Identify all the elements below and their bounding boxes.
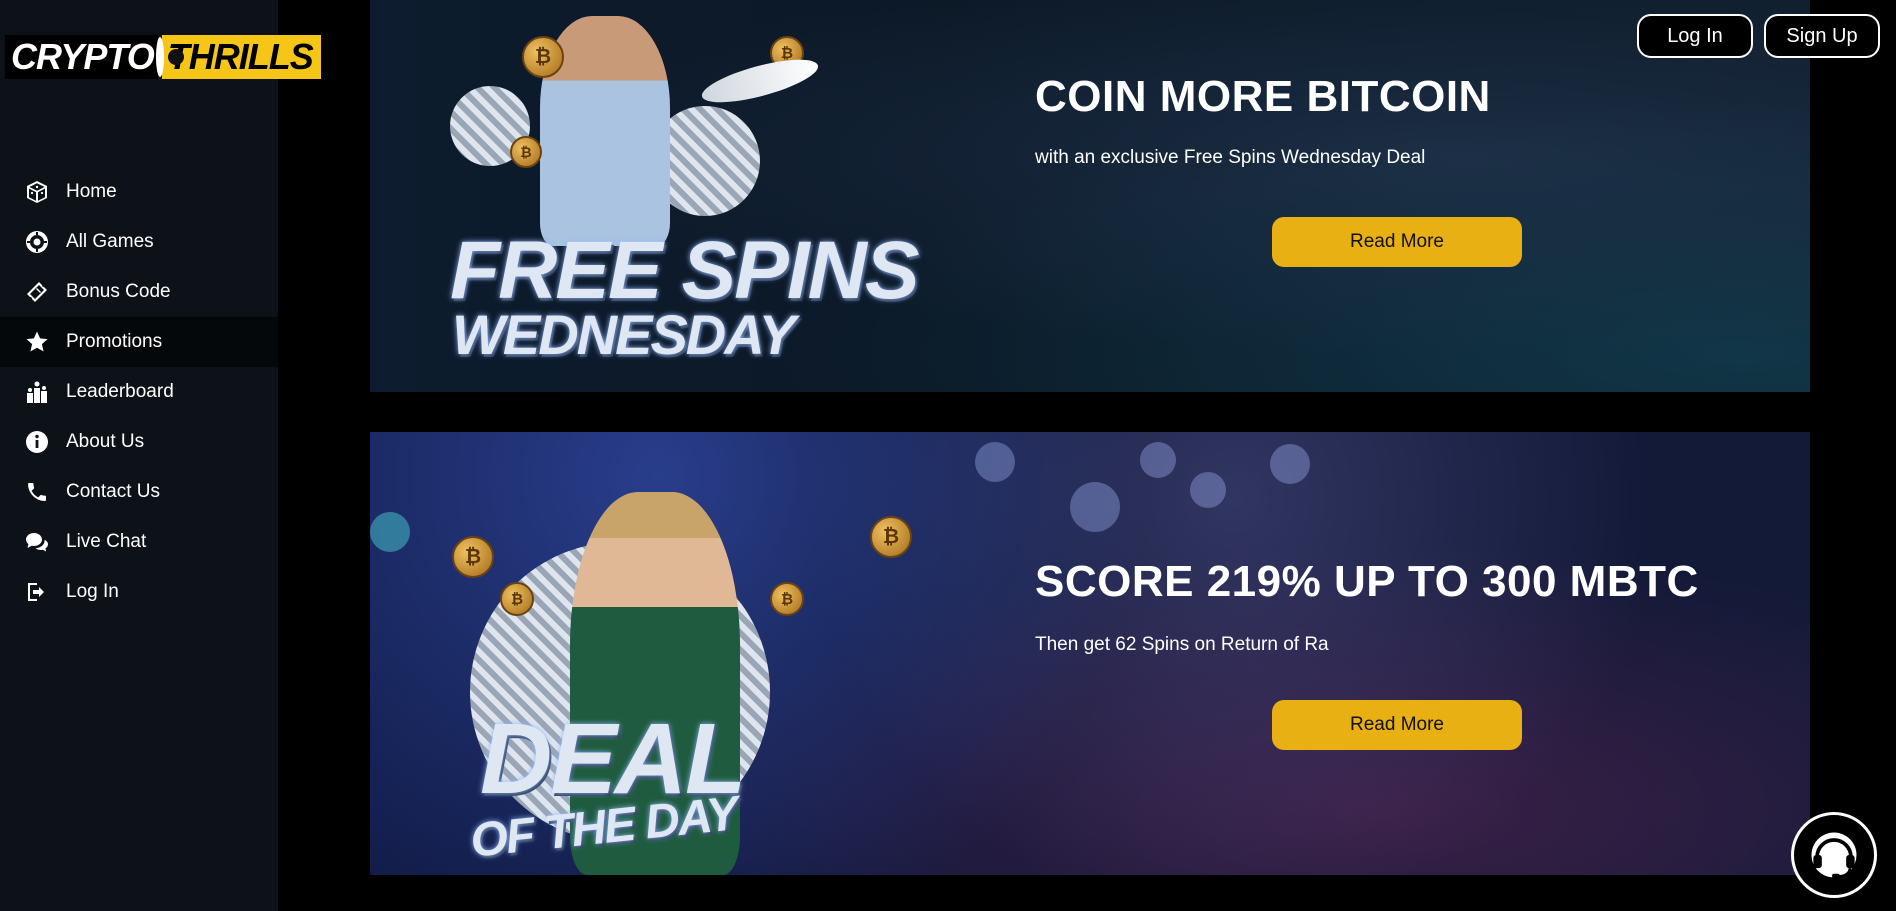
site-logo[interactable]: CRYPTO THRILLS (5, 35, 321, 79)
logo-text-thrills: THRILLS (161, 35, 321, 79)
bitcoin-coin-icon: ₿ (500, 582, 534, 616)
sidebar-item-label: About Us (66, 431, 145, 452)
sidebar-item-label: Live Chat (66, 531, 147, 552)
sidebar-item-promotions[interactable]: Promotions (0, 317, 278, 367)
promo-subtitle: Then get 62 Spins on Return of Ra (1035, 634, 1329, 655)
sidebar-item-bonus-code[interactable]: Bonus Code (0, 267, 278, 317)
promo-title: SCORE 219% UP TO 300 MBTC (1035, 557, 1699, 606)
bitcoin-coin-icon: ₿ (510, 136, 542, 168)
sidebar-item-live-chat[interactable]: Live Chat (0, 517, 278, 567)
promo-banner-free-spins: ₿ ₿ ₿ FREE SPINS WEDNESDAY COIN MORE BIT… (370, 0, 1810, 392)
promo-banner-deal-of-the-day: ₿ ₿ ₿ ₿ DEAL OF THE DAY SCORE 219% UP TO… (370, 432, 1810, 875)
sidebar-item-contact-us[interactable]: Contact Us (0, 467, 278, 517)
bitcoin-coin-icon: ₿ (770, 582, 804, 616)
bokeh-light (370, 512, 410, 552)
bokeh-light (1270, 444, 1310, 484)
sidebar-item-label: Bonus Code (66, 281, 171, 302)
logo-text-crypto: CRYPTO (5, 35, 158, 79)
headset-icon (1811, 832, 1857, 879)
read-more-button[interactable]: Read More (1272, 700, 1522, 750)
trophy-icon (24, 379, 50, 405)
bitcoin-coin-icon: ₿ (452, 536, 494, 578)
sidebar-item-home[interactable]: Home (0, 167, 278, 217)
bokeh-light (975, 442, 1015, 482)
sidebar-item-all-games[interactable]: All Games (0, 217, 278, 267)
bokeh-light (1190, 472, 1226, 508)
signup-button[interactable]: Sign Up (1764, 14, 1880, 58)
poker-chip-logo-icon (155, 37, 184, 77)
sidebar-item-about-us[interactable]: About Us (0, 417, 278, 467)
star-icon (24, 329, 50, 355)
sidebar-item-log-in[interactable]: Log In (0, 567, 278, 617)
bokeh-light (1140, 442, 1176, 478)
sidebar: CRYPTO THRILLS Home All Games Bonus Code (0, 0, 321, 911)
dice-icon (24, 179, 50, 205)
sidebar-item-label: Promotions (66, 331, 163, 352)
bitcoin-coin-icon: ₿ (522, 36, 564, 78)
sidebar-item-leaderboard[interactable]: Leaderboard (0, 367, 278, 417)
login-icon (24, 579, 50, 605)
sidebar-item-label: Log In (66, 581, 119, 602)
login-button[interactable]: Log In (1637, 14, 1753, 58)
promo-subtitle: with an exclusive Free Spins Wednesday D… (1035, 147, 1426, 168)
sidebar-item-label: Leaderboard (66, 381, 174, 402)
chat-icon (24, 529, 50, 555)
promo-title: COIN MORE BITCOIN (1035, 72, 1491, 121)
wednesday-art-subtitle: WEDNESDAY (452, 303, 796, 366)
sidebar-nav: Home All Games Bonus Code Promotions Lea… (0, 167, 278, 617)
ticket-icon (24, 279, 50, 305)
sidebar-item-label: Contact Us (66, 481, 160, 502)
phone-icon (24, 479, 50, 505)
bokeh-light (1070, 482, 1120, 532)
sidebar-item-label: All Games (66, 231, 154, 252)
info-icon (24, 429, 50, 455)
jet-plane-image (698, 50, 822, 112)
live-chat-button[interactable] (1791, 812, 1877, 898)
sidebar-item-label: Home (66, 181, 117, 202)
bitcoin-coin-icon: ₿ (870, 516, 912, 558)
poker-chip-icon (24, 229, 50, 255)
read-more-button[interactable]: Read More (1272, 217, 1522, 267)
